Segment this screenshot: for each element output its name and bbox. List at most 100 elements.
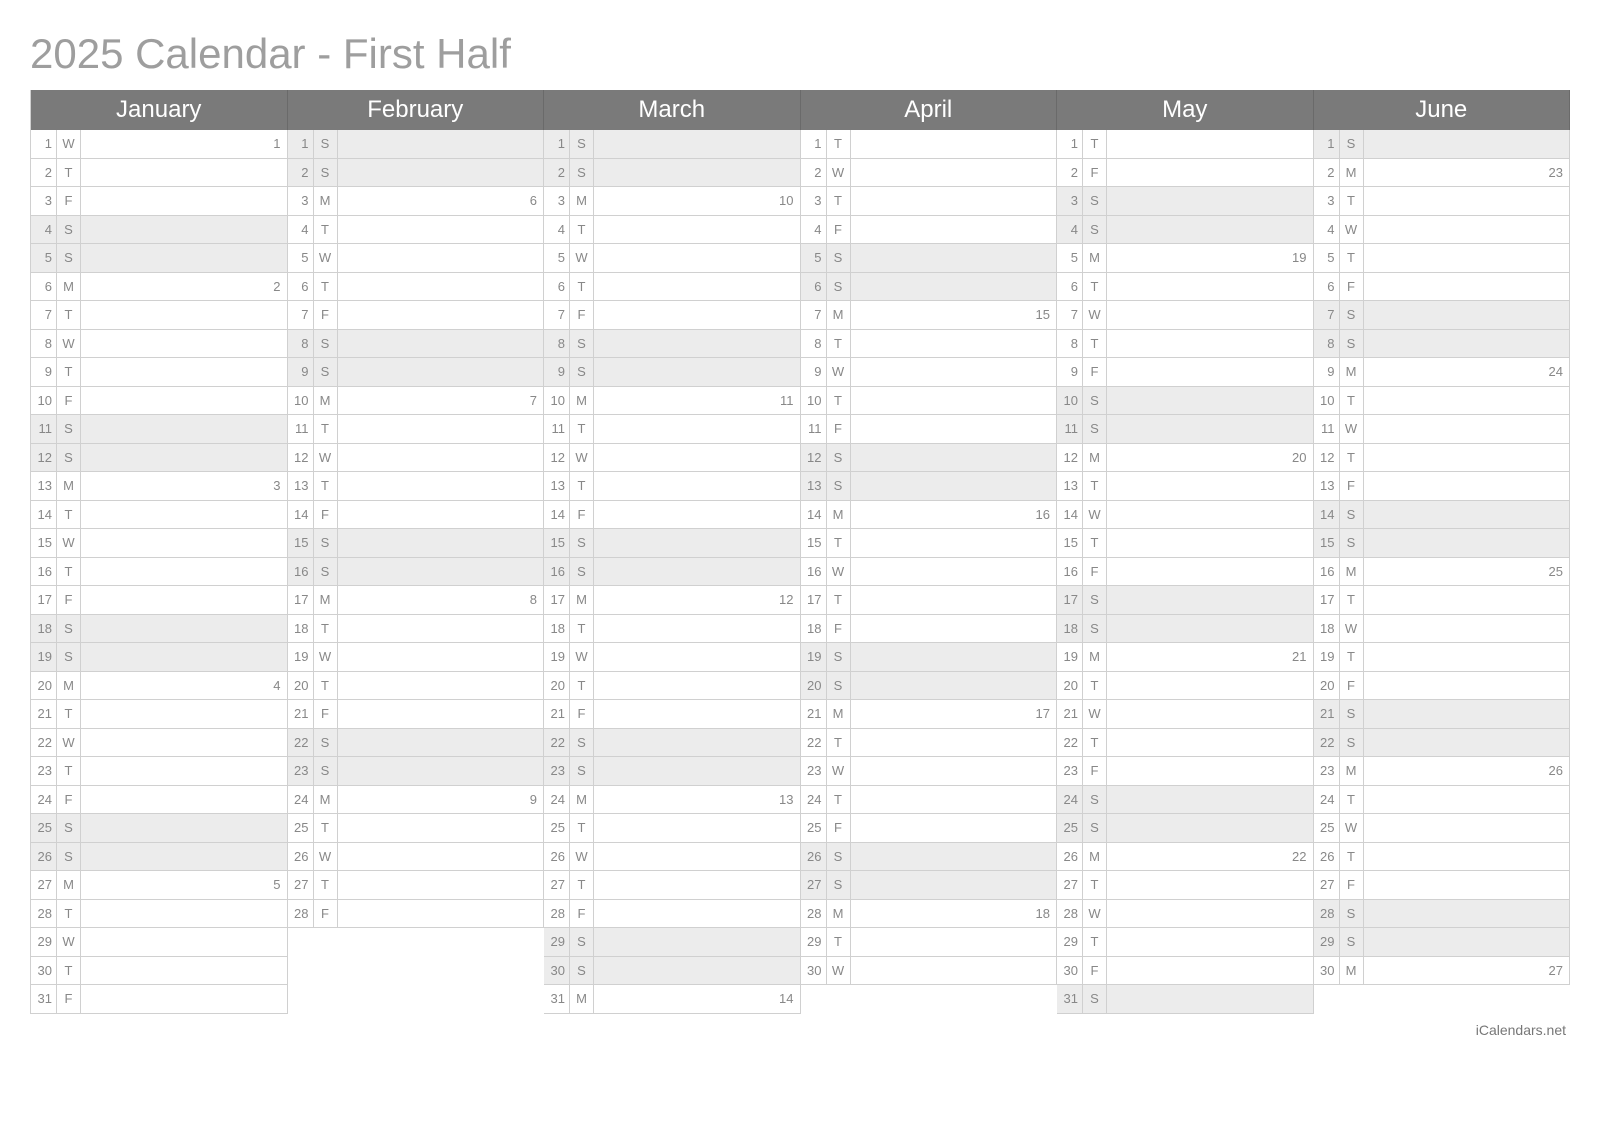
day-row: 27F bbox=[1314, 871, 1571, 900]
day-row: 27T bbox=[288, 871, 545, 900]
day-number: 10 bbox=[288, 387, 314, 415]
day-number: 25 bbox=[288, 814, 314, 842]
day-number: 18 bbox=[288, 615, 314, 643]
day-number: 10 bbox=[31, 387, 57, 415]
day-row: 5S bbox=[801, 244, 1058, 273]
day-row: 17T bbox=[1314, 586, 1571, 615]
day-row: 30M27 bbox=[1314, 957, 1571, 986]
day-cell bbox=[338, 330, 544, 358]
day-cell bbox=[81, 358, 287, 386]
day-row: 14T bbox=[31, 501, 288, 530]
day-row: 15W bbox=[31, 529, 288, 558]
day-row: 6T bbox=[544, 273, 801, 302]
day-cell bbox=[81, 843, 287, 871]
day-of-week: T bbox=[827, 529, 851, 557]
day-of-week: T bbox=[57, 558, 81, 586]
day-row: 12W bbox=[544, 444, 801, 473]
day-row: 22S bbox=[288, 729, 545, 758]
day-cell bbox=[851, 130, 1057, 158]
day-cell bbox=[1107, 358, 1313, 386]
month-column: April1T2W3T4F5S6S7M158T9W10T11F12S13S14M… bbox=[801, 90, 1058, 1014]
day-of-week: S bbox=[570, 957, 594, 985]
day-row: 16T bbox=[31, 558, 288, 587]
day-of-week: S bbox=[314, 159, 338, 187]
day-of-week: M bbox=[57, 871, 81, 899]
day-row: 26T bbox=[1314, 843, 1571, 872]
day-number: 3 bbox=[288, 187, 314, 215]
day-of-week: W bbox=[1083, 900, 1107, 928]
month-header: May bbox=[1057, 90, 1314, 130]
day-row: 29T bbox=[801, 928, 1058, 957]
day-row: 6M2 bbox=[31, 273, 288, 302]
day-number: 15 bbox=[288, 529, 314, 557]
day-cell bbox=[594, 216, 800, 244]
day-number: 25 bbox=[31, 814, 57, 842]
day-of-week: T bbox=[827, 729, 851, 757]
day-cell bbox=[81, 900, 287, 928]
day-row: 1S bbox=[288, 130, 545, 159]
day-of-week: S bbox=[57, 444, 81, 472]
day-row: 11W bbox=[1314, 415, 1571, 444]
day-of-week: S bbox=[314, 358, 338, 386]
day-cell bbox=[1364, 843, 1570, 871]
day-row: 22T bbox=[1057, 729, 1314, 758]
day-number: 28 bbox=[31, 900, 57, 928]
day-row: 8W bbox=[31, 330, 288, 359]
day-number: 4 bbox=[801, 216, 827, 244]
day-row: 17T bbox=[801, 586, 1058, 615]
day-cell bbox=[1107, 871, 1313, 899]
day-row: 28F bbox=[288, 900, 545, 929]
day-of-week: S bbox=[1340, 501, 1364, 529]
day-row: 24S bbox=[1057, 786, 1314, 815]
day-number: 17 bbox=[288, 586, 314, 614]
day-cell bbox=[594, 729, 800, 757]
day-number: 6 bbox=[288, 273, 314, 301]
day-number: 30 bbox=[1314, 957, 1340, 985]
day-row: 1W1 bbox=[31, 130, 288, 159]
day-cell bbox=[81, 216, 287, 244]
day-of-week: S bbox=[57, 843, 81, 871]
day-of-week: M bbox=[314, 187, 338, 215]
day-cell: 24 bbox=[1364, 358, 1570, 386]
day-row: 10T bbox=[801, 387, 1058, 416]
day-row: 23F bbox=[1057, 757, 1314, 786]
day-cell bbox=[851, 729, 1057, 757]
day-of-week: S bbox=[1083, 387, 1107, 415]
day-row: 5M19 bbox=[1057, 244, 1314, 273]
day-cell bbox=[594, 301, 800, 329]
day-cell: 26 bbox=[1364, 757, 1570, 785]
day-of-week: W bbox=[827, 558, 851, 586]
day-of-week: S bbox=[57, 244, 81, 272]
day-row: 25F bbox=[801, 814, 1058, 843]
day-cell: 5 bbox=[81, 871, 287, 899]
day-number: 17 bbox=[544, 586, 570, 614]
day-cell bbox=[338, 814, 544, 842]
footer-credit: iCalendars.net bbox=[30, 1022, 1570, 1038]
day-of-week: S bbox=[1340, 330, 1364, 358]
day-row: 29W bbox=[31, 928, 288, 957]
day-of-week: M bbox=[827, 700, 851, 728]
day-row: 17M8 bbox=[288, 586, 545, 615]
day-cell bbox=[338, 700, 544, 728]
day-number: 8 bbox=[801, 330, 827, 358]
day-row: 8S bbox=[1314, 330, 1571, 359]
day-cell bbox=[1107, 387, 1313, 415]
day-cell bbox=[1364, 615, 1570, 643]
day-row: 15S bbox=[288, 529, 545, 558]
day-number: 29 bbox=[544, 928, 570, 956]
day-cell bbox=[1107, 757, 1313, 785]
day-number: 31 bbox=[544, 985, 570, 1013]
day-row: 30S bbox=[544, 957, 801, 986]
day-cell bbox=[1107, 529, 1313, 557]
day-number: 30 bbox=[31, 957, 57, 985]
day-row: 18T bbox=[544, 615, 801, 644]
day-cell bbox=[1107, 558, 1313, 586]
day-cell bbox=[594, 643, 800, 671]
day-cell bbox=[1364, 244, 1570, 272]
day-of-week: S bbox=[827, 244, 851, 272]
day-number: 20 bbox=[801, 672, 827, 700]
day-number: 12 bbox=[31, 444, 57, 472]
day-number: 15 bbox=[1057, 529, 1083, 557]
day-cell: 25 bbox=[1364, 558, 1570, 586]
day-number: 9 bbox=[544, 358, 570, 386]
